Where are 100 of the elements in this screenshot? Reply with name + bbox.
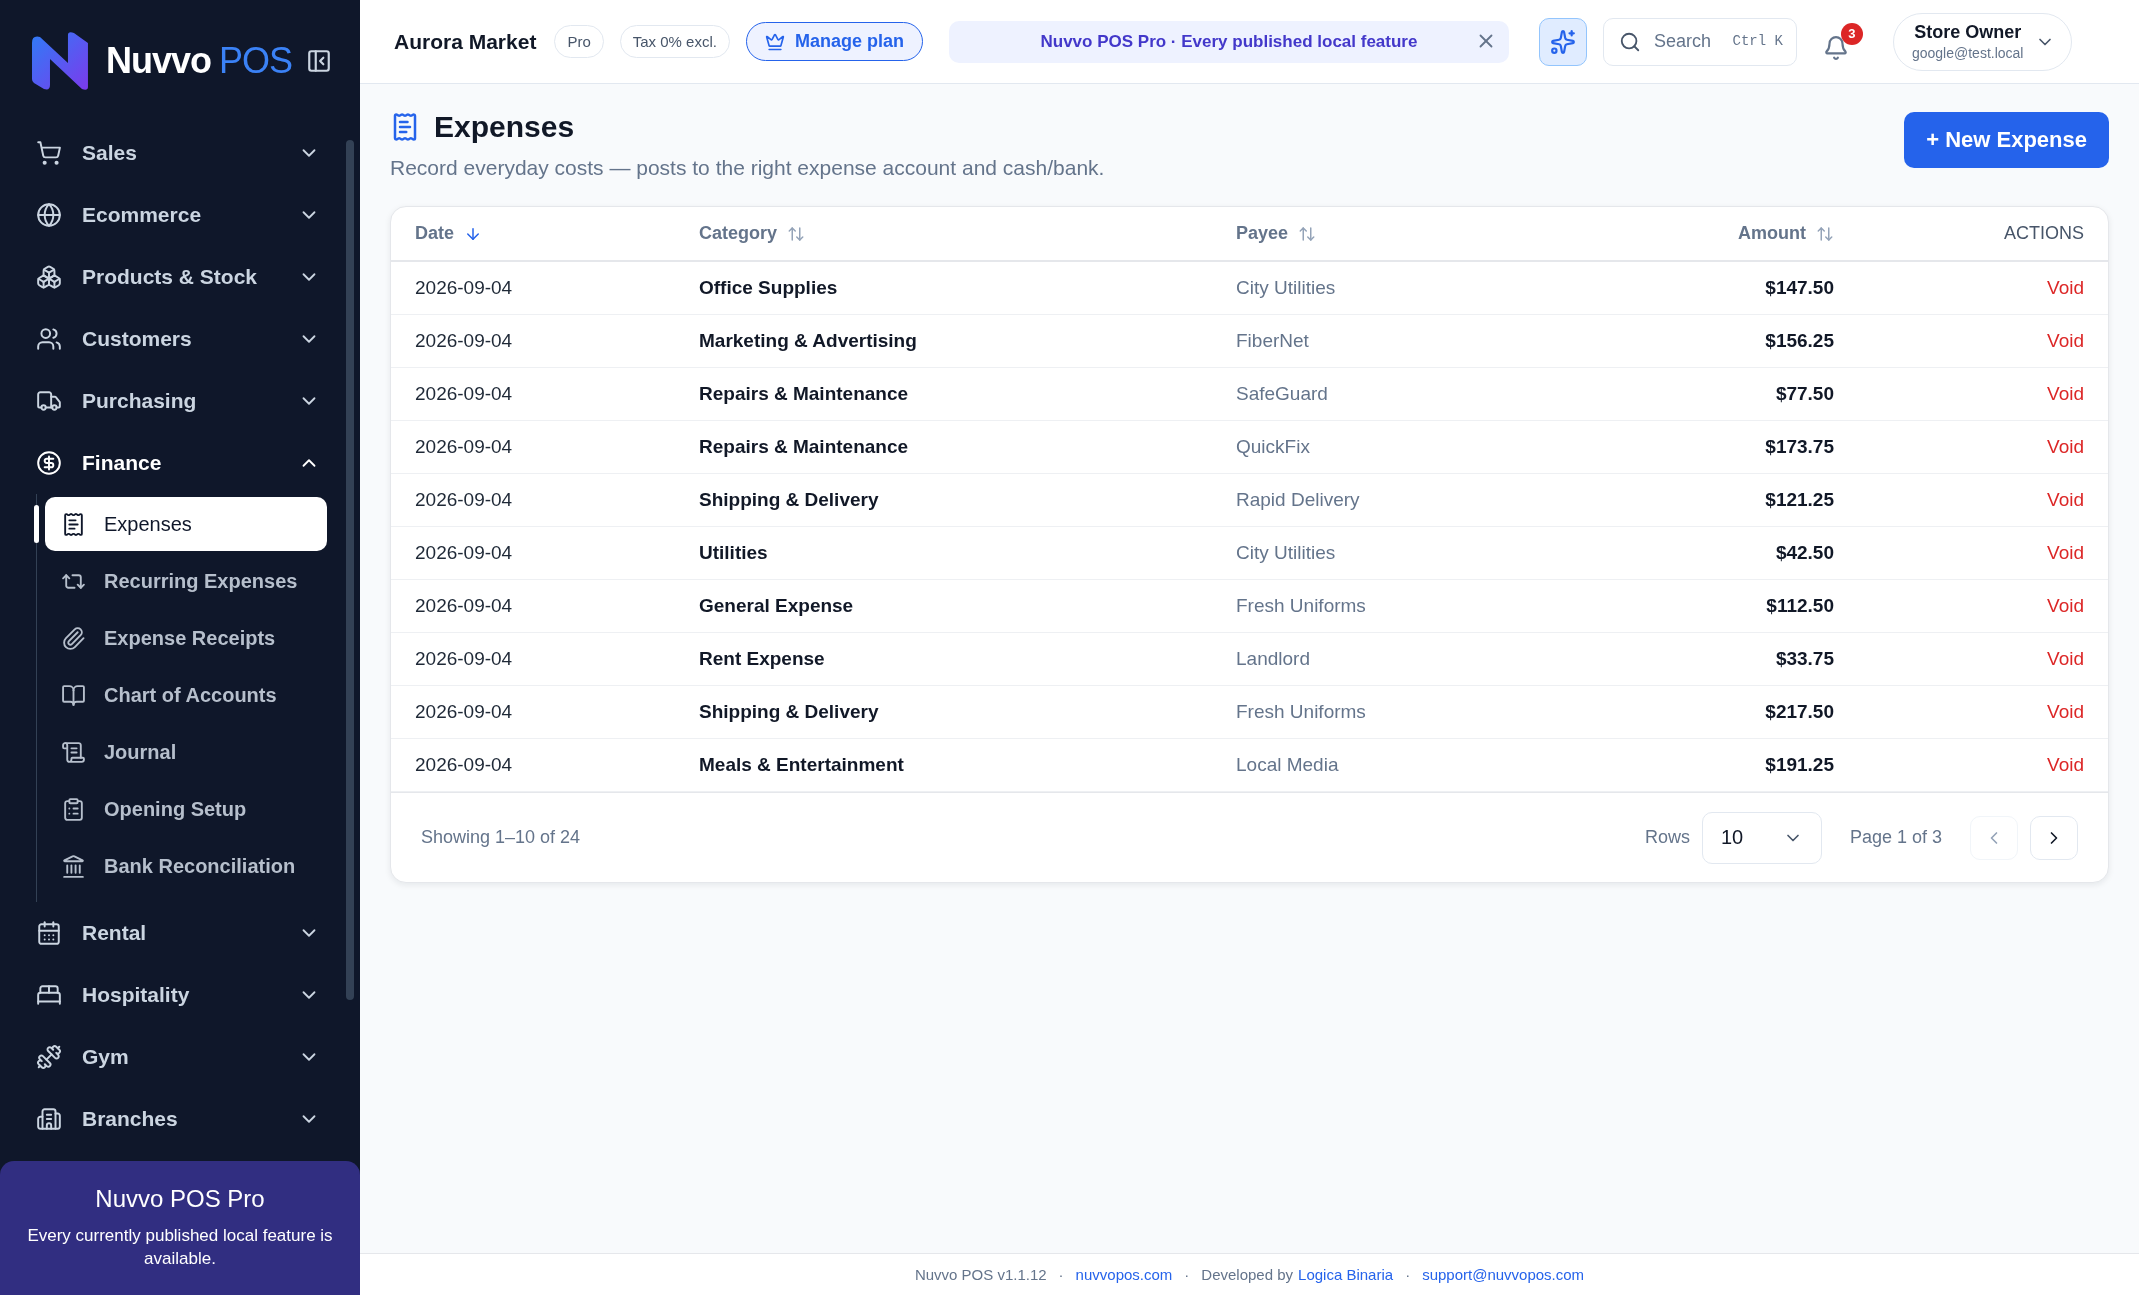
table-cell-text: $77.50 — [1774, 383, 1834, 405]
manage-plan-button[interactable]: Manage plan — [745, 22, 923, 61]
sidebar-item[interactable]: Customers — [24, 308, 332, 370]
table-cell-text: Fresh Uniforms — [1236, 595, 1367, 617]
sidebar-item[interactable]: Hospitality — [24, 964, 332, 1026]
sidebar-item[interactable]: Sales — [24, 122, 332, 184]
page-title: Expenses — [434, 110, 575, 144]
clipboard-icon — [61, 796, 86, 822]
sidebar-subitem[interactable]: Journal — [45, 725, 327, 779]
new-expense-button[interactable]: + New Expense — [1904, 112, 2109, 168]
table-cell-text: 2026-09-04 — [415, 754, 514, 776]
footer-link[interactable]: support@nuvvopos.com — [1422, 1266, 1585, 1283]
table-cell-text: 2026-09-04 — [415, 383, 514, 405]
table-cell-text: Rapid Delivery — [1236, 489, 1361, 511]
table-cell-text: Meals & Entertainment — [699, 754, 905, 776]
table-cell-text: $112.50 — [1765, 595, 1834, 617]
column-header[interactable]: Payee — [1236, 223, 1635, 244]
assistant-button[interactable] — [1538, 17, 1587, 66]
table-cell-text: General Expense — [699, 595, 855, 617]
scrollbar[interactable] — [346, 140, 354, 1000]
table-cell-text: $121.25 — [1764, 489, 1834, 511]
table-cell-text: 2026-09-04 — [415, 330, 514, 352]
table-cell-text: 2026-09-04 — [415, 436, 514, 458]
separator: · — [1184, 1266, 1190, 1283]
void-link[interactable]: Void — [2047, 754, 2084, 776]
table-cell-text: Utilities — [699, 542, 769, 564]
void-link[interactable]: Void — [2047, 330, 2084, 352]
column-header[interactable]: Date — [415, 223, 699, 244]
sidebar-item[interactable]: Gym — [24, 1026, 332, 1088]
truck-icon — [36, 388, 62, 414]
crown-icon — [764, 31, 785, 52]
active-indicator — [34, 505, 39, 543]
brand-logo: Nuvvo POS — [105, 40, 292, 82]
separator: · — [1058, 1266, 1064, 1283]
table-cell-text: $147.50 — [1764, 277, 1834, 299]
sidebar-subitem[interactable]: Expense Receipts — [45, 611, 327, 665]
void-link[interactable]: Void — [2047, 648, 2084, 670]
building-icon — [36, 1106, 62, 1132]
table-cell-text: City Utilities — [1236, 277, 1337, 299]
paperclip-icon — [61, 625, 86, 651]
separator: · — [1405, 1266, 1411, 1283]
table-cell-text: $217.50 — [1764, 701, 1834, 723]
void-link[interactable]: Void — [2047, 701, 2084, 723]
sidebar-subitem[interactable]: Chart of Accounts — [45, 668, 327, 722]
table-cell-text: 2026-09-04 — [415, 595, 514, 617]
user-name: Store Owner — [1914, 22, 2022, 43]
rows-label: Rows — [1644, 827, 1690, 848]
void-link[interactable]: Void — [2047, 277, 2084, 299]
users-icon — [36, 326, 62, 352]
footer-link[interactable]: nuvvopos.com — [1075, 1266, 1173, 1283]
column-header[interactable]: Amount — [1635, 223, 1834, 244]
table-cell-text: FiberNet — [1236, 330, 1310, 352]
sidebar-item[interactable]: Products & Stock — [24, 246, 332, 308]
collapse-sidebar-button[interactable] — [306, 48, 332, 74]
table-cell-text: Shipping & Delivery — [699, 701, 880, 723]
sidebar-item[interactable]: Rental — [24, 902, 332, 964]
sidebar-item[interactable]: Branches — [24, 1088, 332, 1150]
column-header[interactable]: Category — [699, 223, 1236, 244]
page-indicator: Page 1 of 3 — [1849, 827, 1942, 848]
dollar-icon — [36, 450, 62, 476]
void-link[interactable]: Void — [2047, 542, 2084, 564]
banner-text: Nuvvo POS Pro · Every published local feature — [1040, 31, 1418, 52]
notification-count: 3 — [1840, 22, 1863, 45]
user-menu[interactable]: Store Owner google@test.local — [1892, 12, 2073, 71]
table-cell-text: City Utilities — [1236, 542, 1337, 564]
table-cell-text: Office Supplies — [699, 277, 839, 299]
table-cell-text: $156.25 — [1764, 330, 1834, 352]
table-cell-text: Fresh Uniforms — [1236, 701, 1367, 723]
sparkles-icon — [1549, 28, 1576, 55]
panel-icon — [306, 48, 332, 74]
sidebar-item[interactable]: Finance — [24, 432, 332, 494]
table-cell-text: Repairs & Maintenance — [699, 436, 910, 458]
sidebar-item[interactable]: Purchasing — [24, 370, 332, 432]
table-cell-text: $33.75 — [1774, 648, 1834, 670]
void-link[interactable]: Void — [2047, 436, 2084, 458]
scroll-icon — [61, 739, 86, 765]
store-name: Aurora Market — [394, 29, 537, 54]
sidebar-subitem[interactable]: Opening Setup — [45, 782, 327, 836]
void-link[interactable]: Void — [2047, 383, 2084, 405]
table-cell-text: Rent Expense — [699, 648, 826, 670]
table-cell-text: Marketing & Advertising — [699, 330, 918, 352]
promo-text: Every currently published local feature is available. — [26, 1225, 334, 1270]
footer-link[interactable]: Logica Binaria — [1298, 1266, 1394, 1283]
notifications-button[interactable]: 3 — [1822, 22, 1863, 61]
rows-select[interactable]: 10 — [1701, 811, 1822, 864]
void-link[interactable]: Void — [2047, 489, 2084, 511]
table-cell-text: 2026-09-04 — [415, 648, 514, 670]
sidebar-subitem[interactable]: Recurring Expenses — [45, 554, 327, 608]
promo-title: Nuvvo POS Pro — [95, 1185, 265, 1214]
table-cell-text: Local Media — [1236, 754, 1340, 776]
user-email: google@test.local — [1911, 45, 2024, 61]
table-cell-text: $191.25 — [1764, 754, 1834, 776]
table-cell-text: 2026-09-04 — [415, 701, 514, 723]
table-cell-text: Repairs & Maintenance — [699, 383, 910, 405]
book-icon — [61, 682, 86, 708]
sidebar-item[interactable]: Ecommerce — [24, 184, 332, 246]
globe-icon — [36, 202, 62, 228]
void-link[interactable]: Void — [2047, 595, 2084, 617]
sidebar-subitem[interactable]: Bank Reconciliation — [45, 839, 327, 893]
shortcut-hint: Ctrl K — [1732, 32, 1783, 49]
